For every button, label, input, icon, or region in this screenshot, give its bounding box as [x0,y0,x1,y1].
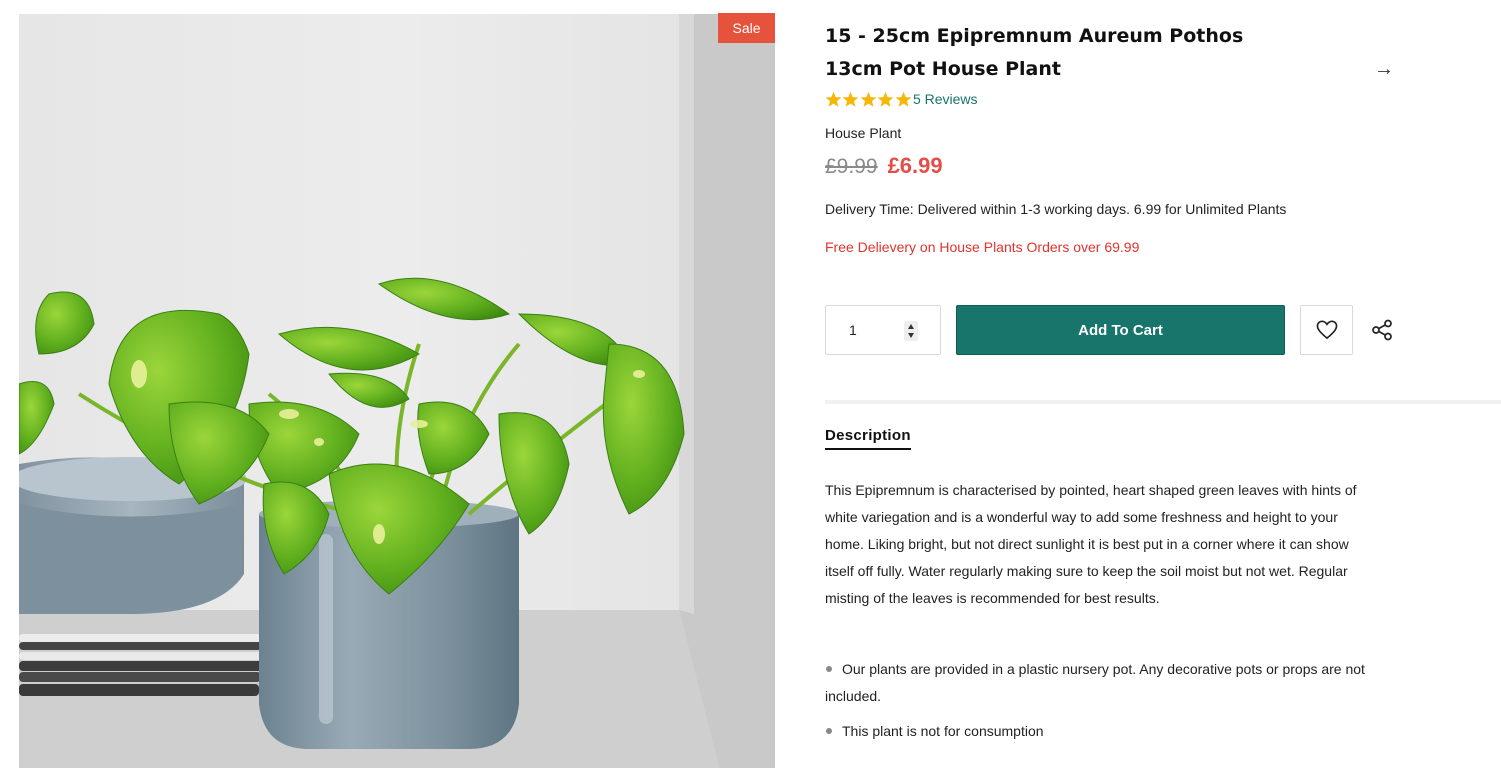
share-icon[interactable] [1371,319,1393,341]
wishlist-button[interactable] [1300,305,1353,355]
pothos-plant-photo [19,14,775,768]
product-type: House Plant [825,125,902,141]
list-item: Our plants are provided in a plastic nur… [825,656,1405,710]
tab-description[interactable]: Description [825,427,911,450]
product-title: 15 - 25cm Epipremnum Aureum Pothos 13cm … [825,25,1244,80]
bullet-icon [826,666,832,672]
quantity-spinner [904,321,918,341]
bullet-text: Our plants are provided in a plastic nur… [825,661,1365,704]
add-to-cart-button[interactable]: Add To Cart [956,305,1285,355]
star-icon [877,91,894,107]
sale-badge: Sale [718,13,775,43]
divider [825,400,1501,404]
original-price: £9.99 [825,155,878,178]
heart-icon [1316,320,1337,340]
star-icon [842,91,859,107]
reviews-link[interactable]: 5 Reviews [913,91,978,107]
price: £9.99 £6.99 [825,153,943,183]
bullet-text: This plant is not for consumption [842,723,1044,739]
product-image[interactable] [19,14,775,768]
description-bullets: Our plants are provided in a plastic nur… [825,656,1405,753]
description-text: This Epipremnum is characterised by poin… [825,482,1357,606]
star-rating [825,91,912,108]
caret-up-icon[interactable] [907,322,915,331]
bullet-icon [826,728,832,734]
list-item: This plant is not for consumption [825,718,1405,745]
rating[interactable]: 5 Reviews [825,90,978,108]
quantity-stepper [825,305,941,355]
star-icon [825,91,842,107]
product-info: 15 - 25cm Epipremnum Aureum Pothos 13cm … [825,0,1501,775]
caret-down-icon[interactable] [907,331,915,340]
star-icon [895,91,911,107]
arrow-right-icon[interactable]: → [1372,58,1396,80]
free-delivery-notice: Free Delievery on House Plants Orders ov… [825,239,1140,255]
star-icon [860,91,877,107]
sale-price: £6.99 [887,153,943,178]
delivery-time: Delivery Time: Delivered within 1-3 work… [825,201,1287,217]
quantity-input[interactable] [826,306,901,354]
